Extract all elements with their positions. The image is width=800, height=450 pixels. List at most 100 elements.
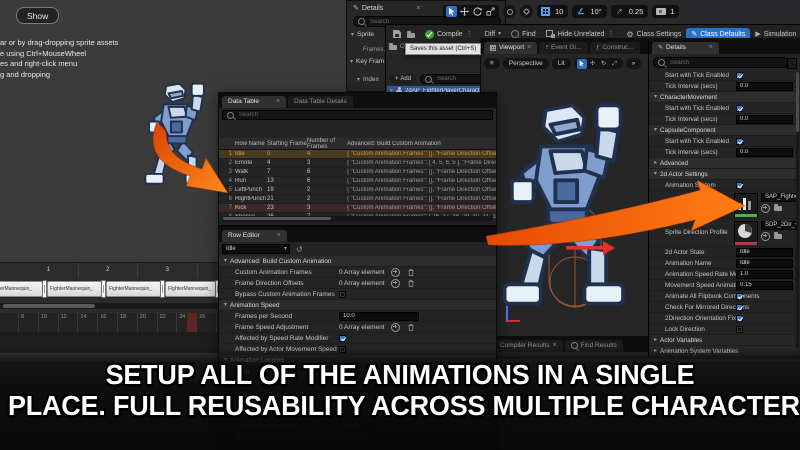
section-header[interactable]: ▸Advanced [649,158,796,169]
viewport-more-button[interactable]: » [626,58,642,69]
section-header[interactable]: ▾Animation Speed [219,300,496,311]
grid-snap-group[interactable]: 10 [537,5,568,18]
movement-rate-input[interactable] [736,281,793,290]
lit-button[interactable]: Lit [552,58,571,69]
property-row[interactable]: Animation Name [649,258,796,269]
browse-icon[interactable] [774,234,782,239]
column-header[interactable]: Starting Frame [267,141,307,147]
block-handle[interactable] [42,280,47,298]
tick-interval-input[interactable] [736,115,793,124]
checkbox[interactable] [736,105,743,112]
property-row[interactable]: Animation System [649,180,796,191]
table-row[interactable]: 3 Walk 7 6 { "Custom Animation Frames": … [219,168,496,177]
checkbox[interactable] [736,326,743,333]
move-tool-icon[interactable] [459,6,470,17]
surface-snap-icon[interactable] [503,5,516,18]
details-scrollbar[interactable] [796,72,799,348]
use-selected-icon[interactable] [761,204,770,213]
property-row[interactable]: Start with Tick Enabled [649,103,796,114]
use-selected-icon[interactable] [761,232,770,241]
property-row[interactable]: Start with Tick Enabled [649,136,796,147]
checkbox[interactable] [736,72,743,79]
sprite-section-label[interactable]: Sprite [357,31,374,38]
timeline-scrollbar[interactable] [0,303,218,309]
angle-snap-group[interactable]: ∠ 10° [572,5,606,18]
select-tool-icon[interactable] [577,59,587,69]
world-coordinate-icon[interactable] [520,5,533,18]
checkbox[interactable] [339,335,346,342]
trash-icon[interactable] [408,324,414,331]
rotate-tool-icon[interactable] [472,6,483,17]
asset-thumbnail[interactable] [734,193,758,217]
table-row[interactable]: 4 Run 13 6 { "Custom Animation Frames": … [219,177,496,186]
checkbox[interactable] [736,138,743,145]
tick-interval-input[interactable] [736,82,793,91]
save-button[interactable] [390,27,404,42]
show-button[interactable]: Show [16,7,59,24]
property-row[interactable]: 2d Actor State [649,247,796,258]
fps-input[interactable] [339,312,419,321]
property-row[interactable]: Animation Speed Rate Modifier [649,269,796,280]
trash-icon[interactable] [408,269,414,276]
property-row[interactable]: Check For Mirrored Directions [649,302,796,313]
row-select-dropdown[interactable]: Idle ▾ [222,244,290,254]
select-tool-icon[interactable] [446,6,457,17]
table-row[interactable]: 7 Kick 23 3 { "Custom Animation Frames":… [219,204,496,213]
tick-interval-input[interactable] [736,148,793,157]
close-icon[interactable]: × [416,5,420,12]
details-search-input[interactable] [668,59,784,67]
close-icon[interactable]: × [709,44,713,51]
timeline-block[interactable]: FighterMannequin_ [47,281,102,297]
scale-snap-group[interactable]: ↗ 0.25 [611,5,649,18]
close-icon[interactable]: × [527,44,531,51]
property-row-asset[interactable]: Sprite Direction Profile SDP_2Dir_ ▾ [649,219,796,247]
checkbox[interactable] [736,182,743,189]
timeline-block[interactable]: FighterMannequin_ [0,281,43,297]
table-row[interactable]: 2 Emote 4 3 { "Custom Animation Frames":… [219,159,496,168]
close-icon[interactable]: × [277,232,281,239]
index-label[interactable]: Index [363,76,379,83]
property-row[interactable]: Affected by Speed Rate Modifier [219,333,496,344]
property-row[interactable]: 2Direction Orientation Fix [649,313,796,324]
timeline-block[interactable]: FighterMannequin_ [165,281,218,297]
property-row[interactable]: Lock Direction [649,324,796,335]
property-row[interactable]: Tick Interval (secs) [649,81,796,92]
tab-details[interactable]: ✎ Details × [652,42,719,54]
details-search[interactable] [653,57,789,68]
add-element-icon[interactable] [391,279,400,288]
property-row[interactable]: Bypass Custom Animation Frames [219,289,496,300]
table-row[interactable]: 5 LeftPunch 19 2 { "Custom Animation Fra… [219,186,496,195]
tab-row-editor[interactable]: Row Editor × [222,230,287,242]
tab-data-table-details[interactable]: Data Table Details [288,96,353,108]
tab-viewport[interactable]: Viewport × [484,42,537,54]
browse-icon[interactable] [774,206,782,211]
timeline-ruler[interactable]: 810121416182022242628 [0,313,218,332]
property-row[interactable]: Custom Animation Frames 0 Array element [219,267,496,278]
data-table-search[interactable] [222,110,493,120]
trash-icon[interactable] [408,280,414,287]
checkbox[interactable] [736,293,743,300]
scale-tool-icon[interactable] [485,6,496,17]
tab-data-table[interactable]: Data Table × [222,96,286,108]
dots-icon[interactable]: ⋮ [607,30,614,38]
column-header[interactable]: Row Name [235,141,267,147]
property-row[interactable]: Tick Interval (secs) [649,114,796,125]
table-row[interactable]: 1 Idle 0 4 { "Custom Animation Frames": … [219,150,496,159]
timeline-block[interactable]: FighterMannequin_ [106,281,161,297]
section-header[interactable]: ▾2d Actor Settings [649,169,796,180]
property-row[interactable]: Animate All Flipbook Components [649,291,796,302]
column-header[interactable]: Number of Frames [307,138,347,150]
asset-dropdown[interactable]: SDP_2Dir_ ▾ [761,221,797,230]
tab-construction-script[interactable]: ƒ Construc... [590,42,640,54]
rotate-tool-icon[interactable]: ↻ [599,59,609,69]
property-row-asset[interactable]: Sprite Animation Profile SAP_Fight ▾ [649,191,796,219]
property-row[interactable]: Tick Interval (secs) [649,147,796,158]
data-table-search-input[interactable] [237,111,488,119]
column-header[interactable]: Advanced: Build Custom Animation [347,141,496,147]
section-header[interactable]: ▾Advanced: Build Custom Animation [219,256,496,267]
actor-state-input[interactable] [736,248,793,257]
compile-button[interactable]: Compile ⋮ [420,27,478,42]
browse-button[interactable] [404,27,418,42]
data-table-hscrollbar[interactable] [222,216,493,221]
details-filter-button[interactable] [787,58,797,69]
